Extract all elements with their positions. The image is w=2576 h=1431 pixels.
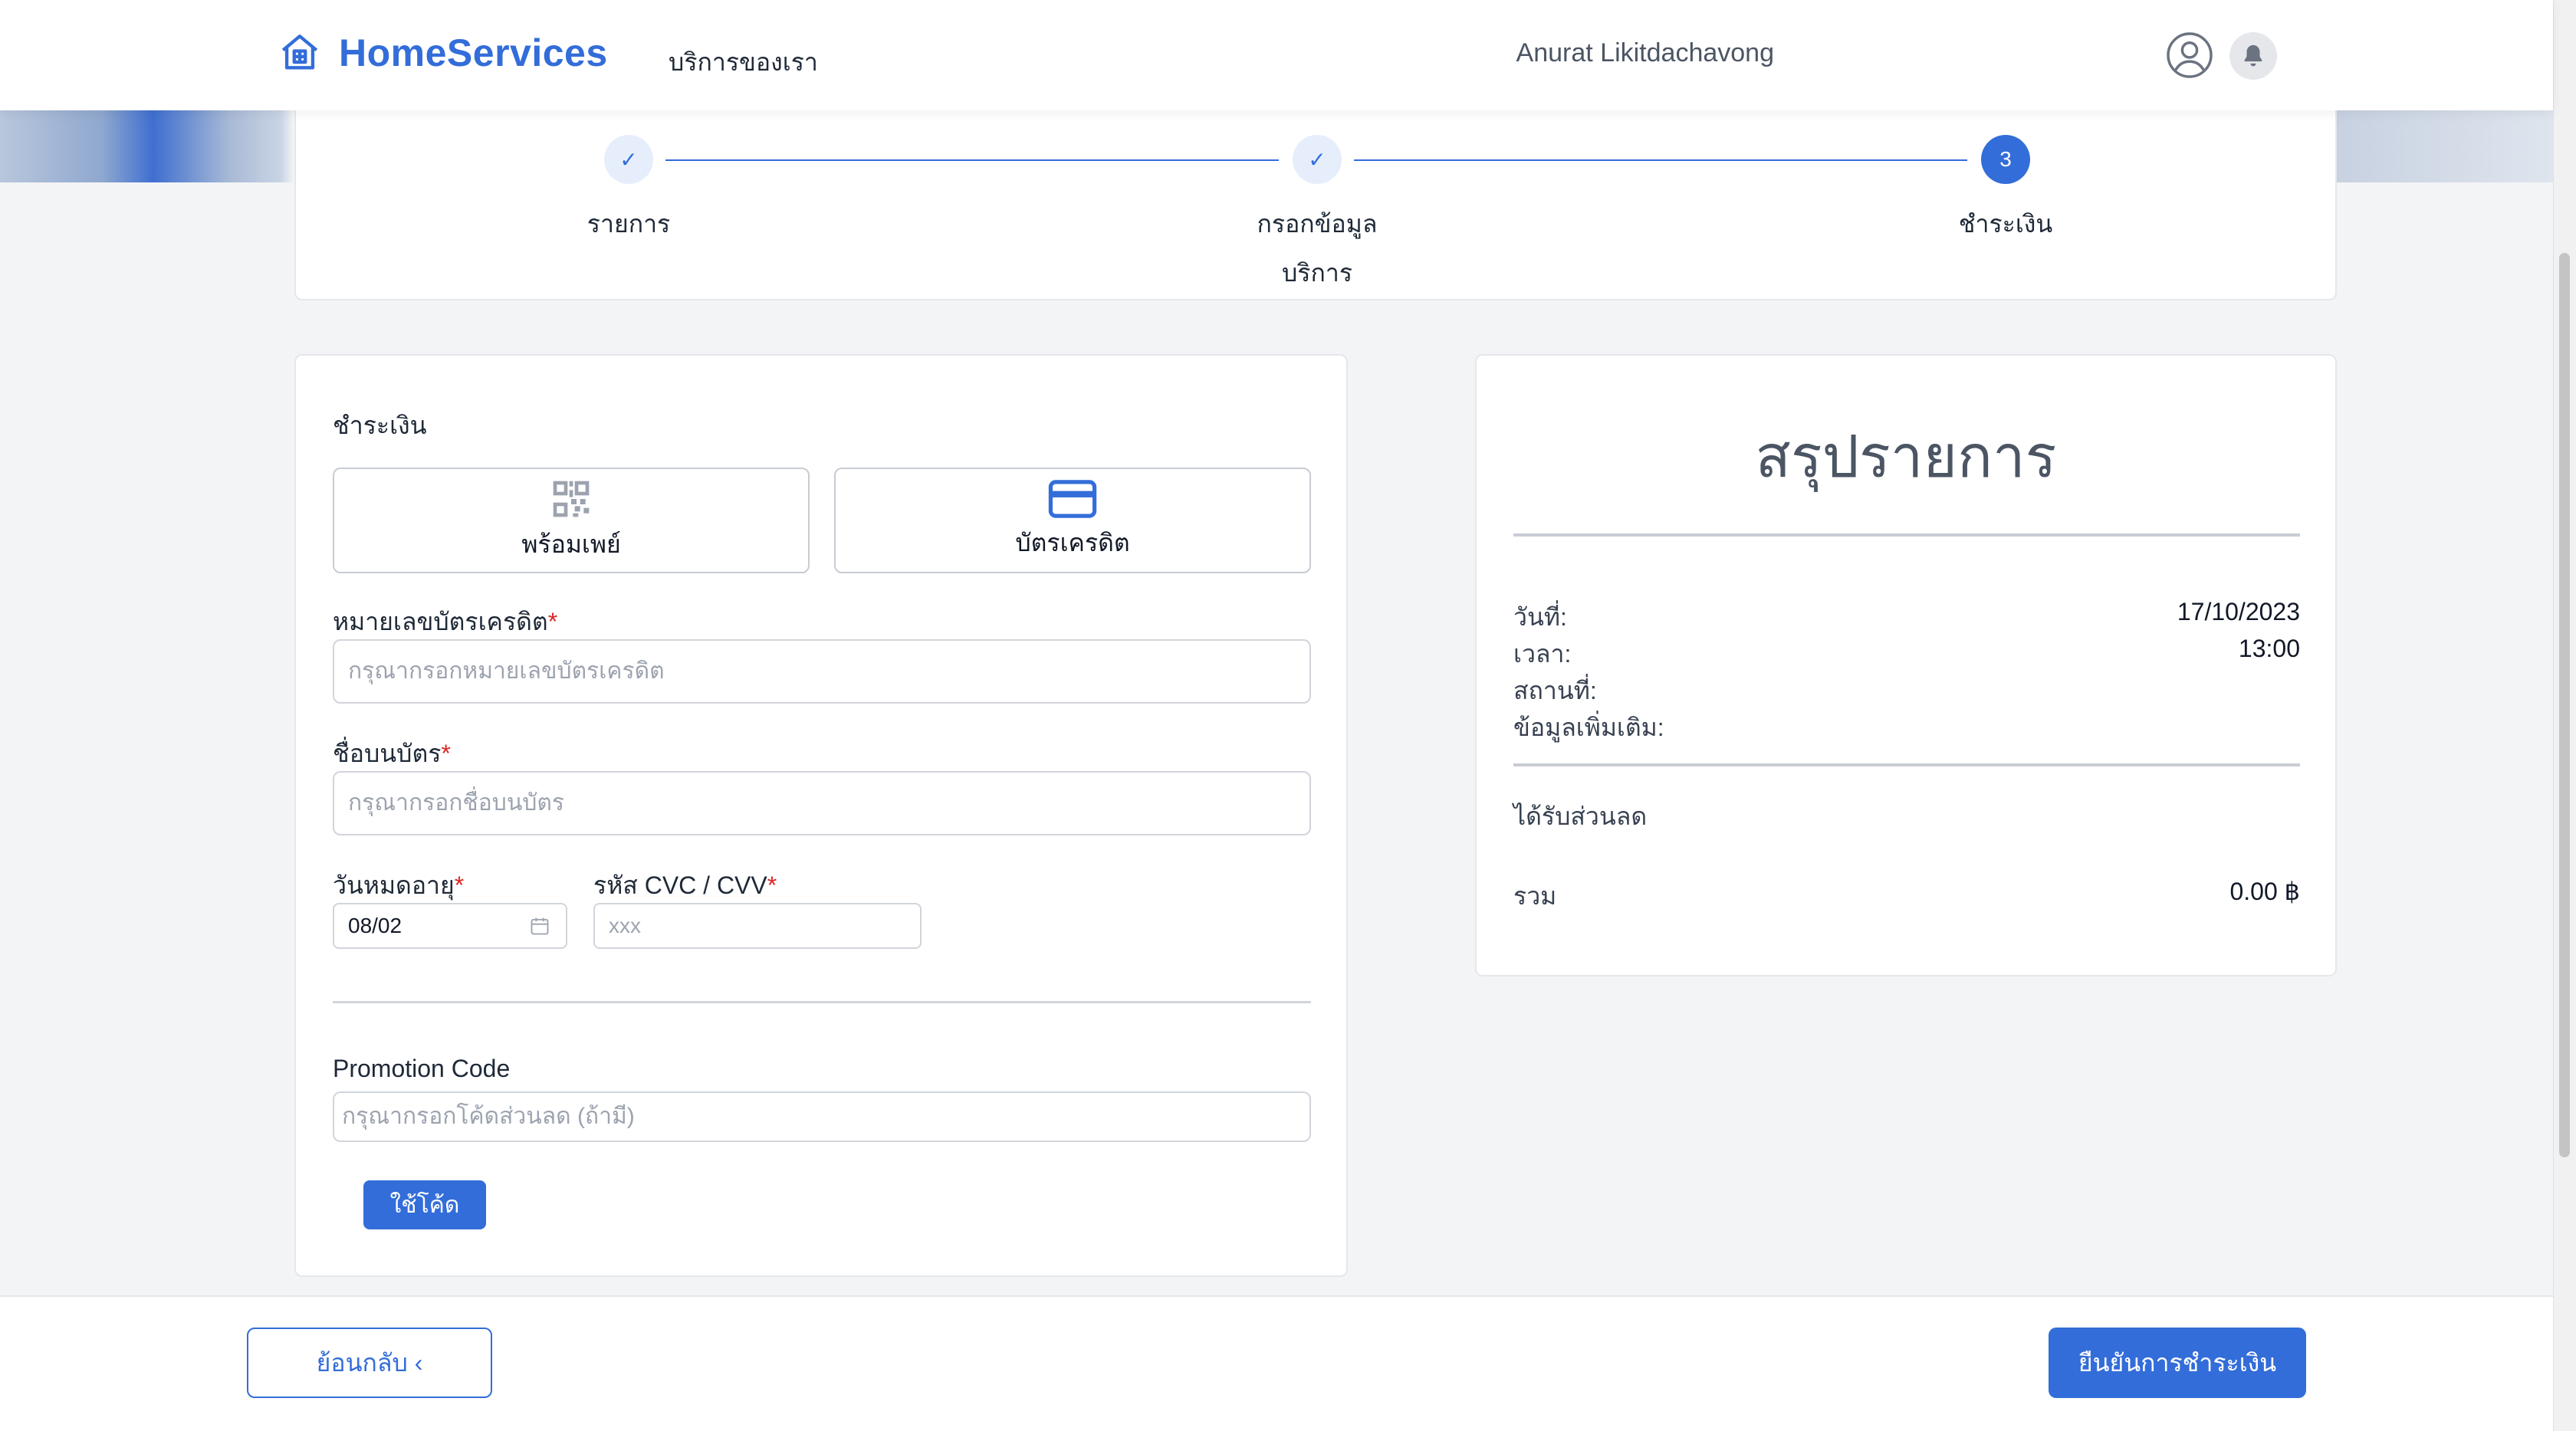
bell-icon bbox=[2244, 44, 2262, 67]
summary-time-value: 13:00 bbox=[2238, 635, 2300, 662]
summary-title: สรุปรายการ bbox=[1755, 425, 2057, 490]
user-avatar-icon[interactable] bbox=[2165, 31, 2214, 80]
form-divider bbox=[333, 1001, 1311, 1003]
card-number-input[interactable] bbox=[333, 639, 1311, 704]
payment-section-title: ชำระเงิน bbox=[333, 412, 427, 439]
summary-discount-label: ได้รับส่วนลด bbox=[1513, 802, 1648, 830]
summary-total-value: 0.00 ฿ bbox=[2229, 878, 2300, 905]
summary-time-row: เวลา: 13:00 bbox=[1513, 635, 2300, 674]
step-3-label: ชำระเงิน bbox=[1958, 210, 2053, 238]
promptpay-label: พร้อมเพย์ bbox=[521, 530, 621, 558]
user-name[interactable]: Anurat Likitdachavong bbox=[1516, 38, 1774, 68]
expiry-label: วันหมดอายุ* bbox=[333, 871, 465, 899]
order-summary-card: สรุปรายการ วันที่: 17/10/2023 เวลา: 13:0… bbox=[1475, 354, 2337, 976]
calendar-icon[interactable] bbox=[529, 915, 550, 937]
card-name-input[interactable] bbox=[333, 771, 1311, 835]
promptpay-method-button[interactable]: พร้อมเพย์ bbox=[333, 468, 810, 573]
home-logo-icon bbox=[281, 34, 318, 70]
summary-date-label: วันที่: bbox=[1513, 603, 1567, 631]
action-footer: ย้อนกลับ ‹ ยืนยันการชำระเงิน bbox=[0, 1295, 2553, 1431]
summary-extra-label: ข้อมูลเพิ่มเติม: bbox=[1513, 714, 1664, 741]
summary-date-row: วันที่: 17/10/2023 bbox=[1513, 598, 2300, 637]
summary-time-label: เวลา: bbox=[1513, 640, 1572, 668]
credit-card-icon bbox=[1048, 479, 1097, 518]
app-name: HomeServices bbox=[339, 31, 608, 74]
qr-code-icon bbox=[553, 481, 590, 517]
card-number-label: หมายเลขบัตรเครดิต* bbox=[333, 608, 558, 635]
step-connector-1 bbox=[665, 159, 1279, 161]
promo-code-label: Promotion Code bbox=[333, 1055, 511, 1082]
nav-services-link[interactable]: บริการของเรา bbox=[669, 43, 818, 82]
apply-promo-button[interactable]: ใช้โค้ด bbox=[363, 1180, 486, 1229]
summary-total-row: รวม 0.00 ฿ bbox=[1513, 877, 2300, 916]
promo-code-input[interactable] bbox=[333, 1091, 1311, 1142]
summary-extra-row: ข้อมูลเพิ่มเติม: bbox=[1513, 708, 2300, 747]
payment-form-card: ชำระเงิน พร้อมเพย์ บัตรเครดิต หมายเลขบัต… bbox=[294, 354, 1348, 1277]
checkout-stepper: ✓ ✓ 3 รายการ กรอกข้อมูล บริการ ชำระเงิน bbox=[294, 92, 2337, 300]
cvc-label: รหัส CVC / CVV* bbox=[593, 871, 777, 899]
summary-divider-bottom bbox=[1513, 763, 2300, 766]
step-connector-2 bbox=[1354, 159, 1967, 161]
confirm-payment-button[interactable]: ยืนยันการชำระเงิน bbox=[2049, 1328, 2306, 1398]
cvc-input[interactable] bbox=[593, 903, 922, 949]
logo[interactable]: HomeServices bbox=[278, 31, 608, 75]
back-button[interactable]: ย้อนกลับ ‹ bbox=[247, 1328, 492, 1398]
step-1-check-icon: ✓ bbox=[604, 135, 653, 184]
scrollbar-thumb[interactable] bbox=[2559, 253, 2570, 1157]
summary-location-label: สถานที่: bbox=[1513, 677, 1597, 704]
summary-location-row: สถานที่: bbox=[1513, 671, 2300, 711]
step-2-check-icon: ✓ bbox=[1293, 135, 1342, 184]
summary-discount-row: ได้รับส่วนลด bbox=[1513, 797, 2300, 836]
summary-date-value: 17/10/2023 bbox=[2177, 598, 2300, 625]
summary-divider-top bbox=[1513, 533, 2300, 537]
credit-card-label: บัตรเครดิต bbox=[1015, 528, 1130, 556]
summary-total-label: รวม bbox=[1513, 882, 1557, 910]
step-1-label: รายการ bbox=[586, 210, 671, 238]
card-name-label: ชื่อบนบัตร* bbox=[333, 740, 451, 767]
step-3-number: 3 bbox=[1981, 135, 2030, 184]
top-navbar: HomeServices บริการของเรา Anurat Likitda… bbox=[0, 0, 2553, 110]
credit-card-method-button[interactable]: บัตรเครดิต bbox=[834, 468, 1311, 573]
step-2-label: กรอกข้อมูล บริการ bbox=[1257, 210, 1378, 287]
notification-button[interactable] bbox=[2229, 32, 2277, 80]
